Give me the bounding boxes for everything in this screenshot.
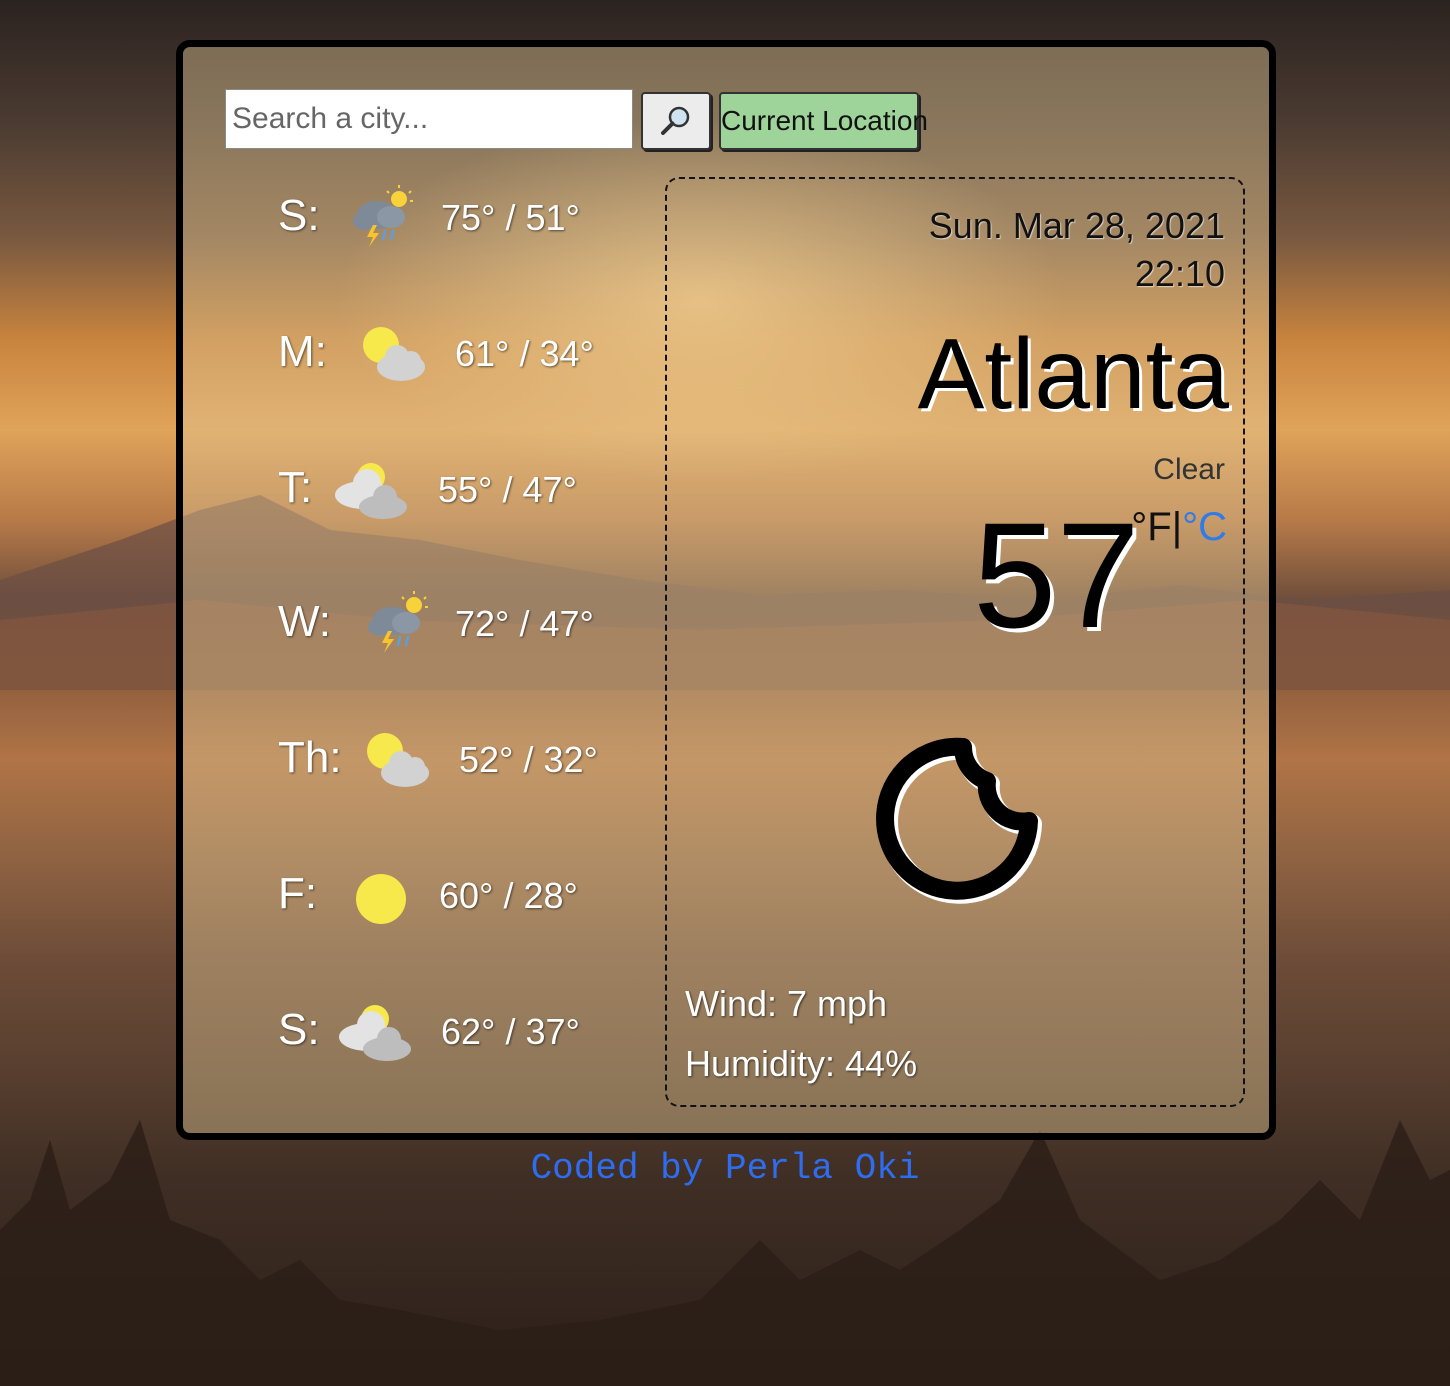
forecast-row: S: 75° / 51° xyxy=(183,177,653,267)
forecast-day: W: xyxy=(278,597,331,646)
forecast-day: S: xyxy=(278,191,320,240)
moon-icon xyxy=(876,737,1042,904)
forecast-row: S: 62° / 37° xyxy=(183,991,653,1081)
forecast-temps: 55° / 47° xyxy=(438,469,577,510)
forecast-row: W: 72° / 47° xyxy=(183,583,653,673)
forecast-temps: 62° / 37° xyxy=(441,1011,580,1052)
credit-link[interactable]: Coded by Perla Oki xyxy=(0,1148,1450,1189)
forecast-row: Th: 52° / 32° xyxy=(183,719,653,809)
forecast-day: T: xyxy=(278,463,313,512)
forecast-temps: 60° / 28° xyxy=(439,875,578,916)
thunderstorm-sun-icon xyxy=(353,185,413,247)
wind-speed: Wind: 7 mph xyxy=(685,983,888,1024)
forecast-temps: 52° / 32° xyxy=(459,739,598,780)
current-date: Sun. Mar 28, 2021 xyxy=(928,205,1225,246)
sun-icon xyxy=(356,874,406,924)
celsius-link[interactable]: °C xyxy=(1182,505,1227,549)
forecast-row: M: 61° / 34° xyxy=(183,313,653,403)
magnifier-icon xyxy=(661,106,690,135)
current-weather-panel: Sun. Mar 28, 2021 22:10 Atlanta Clear 57… xyxy=(665,177,1245,1107)
partly-cloudy-icon xyxy=(367,733,429,787)
forecast-temps: 75° / 51° xyxy=(441,197,580,238)
forecast-day: Th: xyxy=(278,733,342,782)
current-temperature: 57 xyxy=(973,491,1140,659)
forecast-row: F: 60° / 28° xyxy=(183,855,653,945)
search-button[interactable] xyxy=(641,92,711,150)
thunderstorm-sun-icon xyxy=(368,591,428,653)
unit-separator: | xyxy=(1171,505,1183,549)
unit-toggle: °F|°C xyxy=(1131,505,1227,550)
partly-cloudy-icon xyxy=(363,327,425,381)
fahrenheit-link[interactable]: °F xyxy=(1131,505,1171,549)
cloudy-icon xyxy=(339,1005,411,1061)
forecast-temps: 61° / 34° xyxy=(455,333,594,374)
humidity: Humidity: 44% xyxy=(685,1043,918,1084)
current-time: 22:10 xyxy=(1134,253,1225,294)
forecast-row: T: 55° / 47° xyxy=(183,449,653,539)
search-input[interactable] xyxy=(225,89,633,149)
cloudy-icon xyxy=(335,463,407,519)
city-name: Atlanta xyxy=(917,318,1229,430)
current-location-button[interactable]: Current Location xyxy=(719,92,928,150)
forecast-temps: 72° / 47° xyxy=(455,603,594,644)
forecast-day: F: xyxy=(278,869,318,918)
forecast-day: S: xyxy=(278,1005,320,1054)
weather-description: Clear xyxy=(1153,453,1225,486)
weather-card: Current Location S: 75° / 51° M: 61° / 3… xyxy=(176,40,1276,1140)
forecast-day: M: xyxy=(278,327,327,376)
